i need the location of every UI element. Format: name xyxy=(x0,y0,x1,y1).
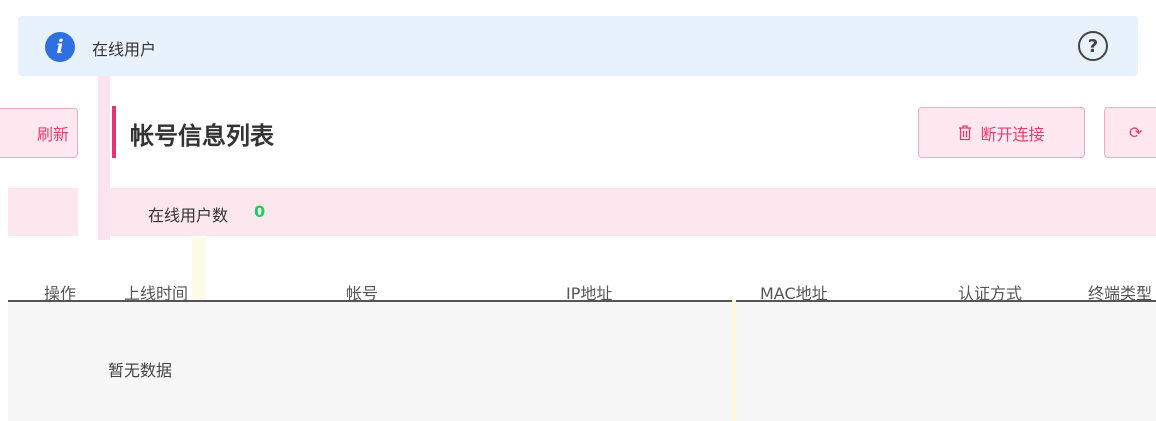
disconnect-label: 断开连接 xyxy=(980,124,1045,144)
trash-icon xyxy=(959,124,972,140)
column-header-terminal-type[interactable]: 终端类型 xyxy=(1088,280,1152,300)
table-body xyxy=(8,302,1156,421)
left-panel-divider xyxy=(98,76,110,240)
refresh-icon: ⟳ xyxy=(1129,123,1143,142)
left-panel-row xyxy=(8,188,78,236)
page-title: 帐号信息列表 xyxy=(130,122,274,150)
online-count-bar xyxy=(110,188,1156,236)
column-header-ip[interactable]: IP地址 xyxy=(566,280,612,300)
table-empty-text: 暂无数据 xyxy=(108,361,173,380)
refresh-button[interactable]: ⟳ xyxy=(1104,107,1156,158)
column-header-online-time[interactable]: 上线时间 xyxy=(124,280,188,300)
online-count-value: 0 xyxy=(254,202,266,221)
info-banner-title: 在线用户 xyxy=(92,40,157,59)
column-header-mac[interactable]: MAC地址 xyxy=(760,280,828,300)
column-header-account[interactable]: 帐号 xyxy=(346,280,378,300)
column-header-auth-method[interactable]: 认证方式 xyxy=(958,280,1022,300)
question-circle-icon[interactable]: ? xyxy=(1078,31,1108,61)
online-count-label: 在线用户数 xyxy=(148,206,229,225)
column-header-actions: 操作 xyxy=(44,284,77,300)
left-refresh-label: 刷新 xyxy=(36,125,69,144)
info-banner xyxy=(18,16,1138,76)
title-accent-bar xyxy=(112,106,116,158)
disconnect-button[interactable]: 断开连接 xyxy=(918,107,1085,158)
left-refresh-button[interactable]: 刷新 xyxy=(0,108,78,158)
info-icon: i xyxy=(45,32,75,62)
column-resize-handle[interactable] xyxy=(732,300,736,421)
